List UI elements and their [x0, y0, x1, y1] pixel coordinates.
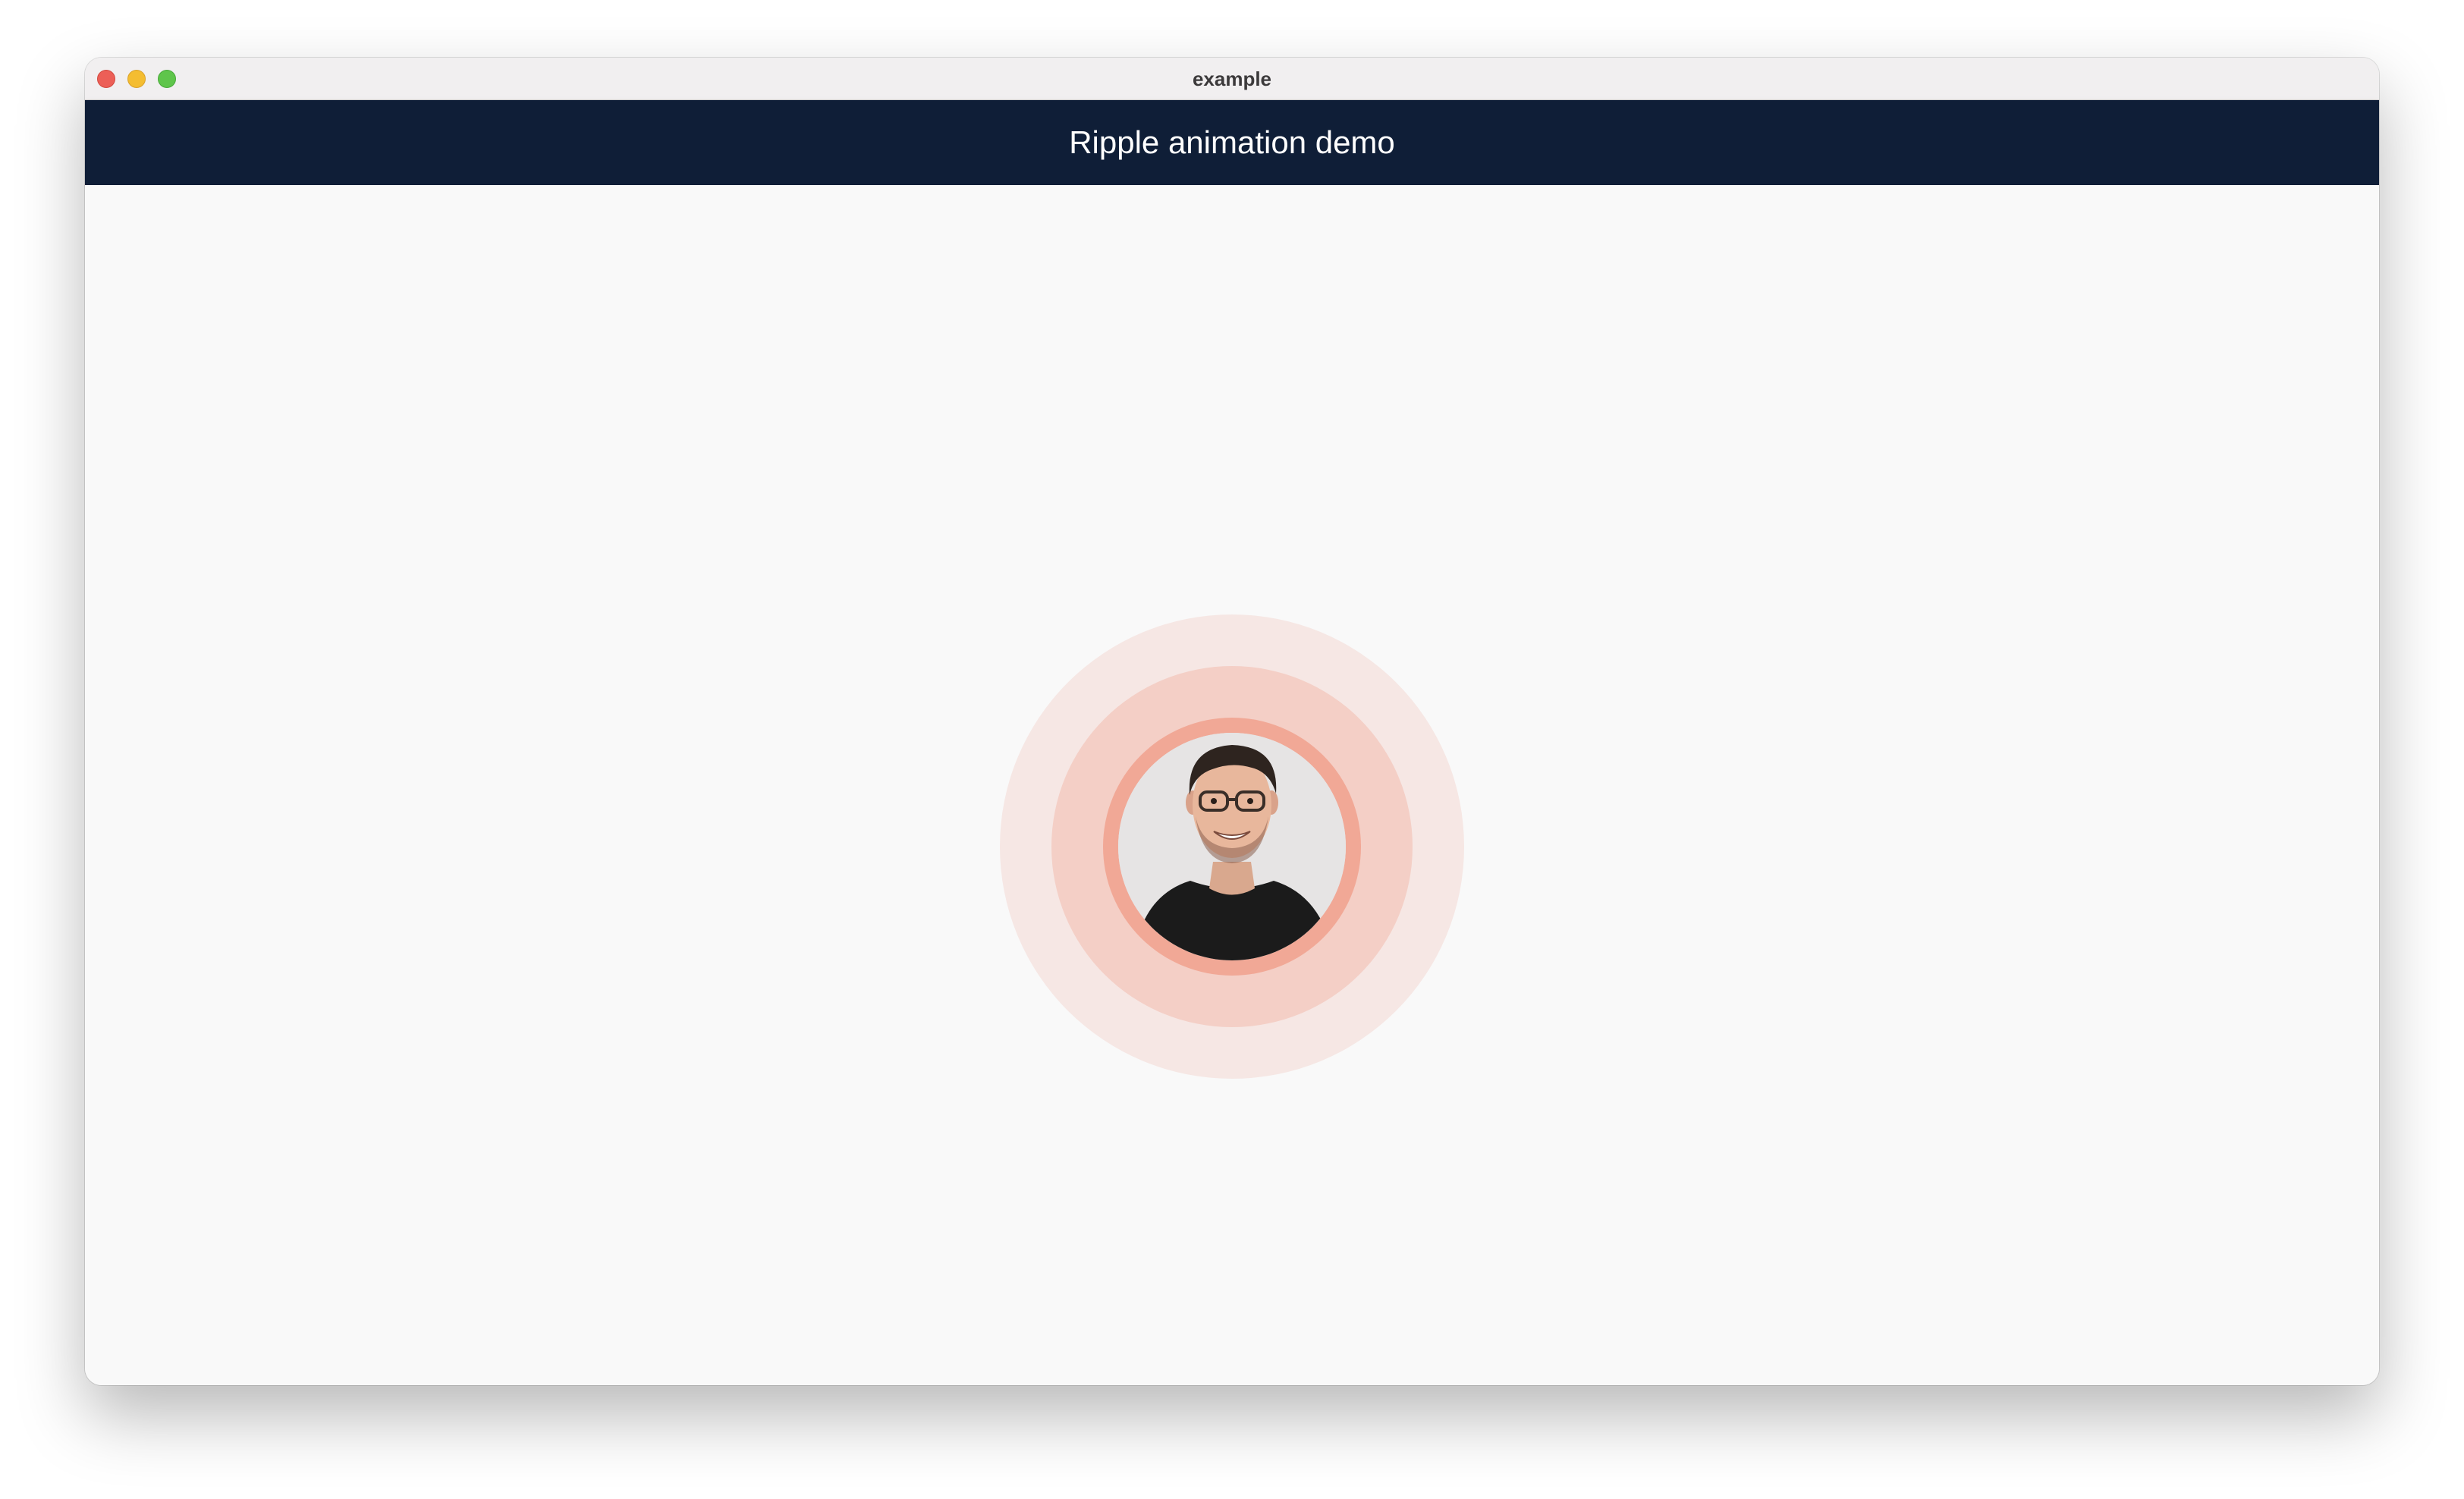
window-title: example [1192, 68, 1272, 90]
page-title: Ripple animation demo [1069, 124, 1395, 160]
app-bar: Ripple animation demo [85, 100, 2379, 185]
avatar [1118, 733, 1346, 960]
app-window: example Ripple animation demo [85, 58, 2379, 1385]
person-photo-icon [1118, 733, 1346, 960]
ripple-animation [995, 610, 1469, 1083]
main-content: + [85, 185, 2379, 1385]
window-titlebar: example [85, 58, 2379, 100]
